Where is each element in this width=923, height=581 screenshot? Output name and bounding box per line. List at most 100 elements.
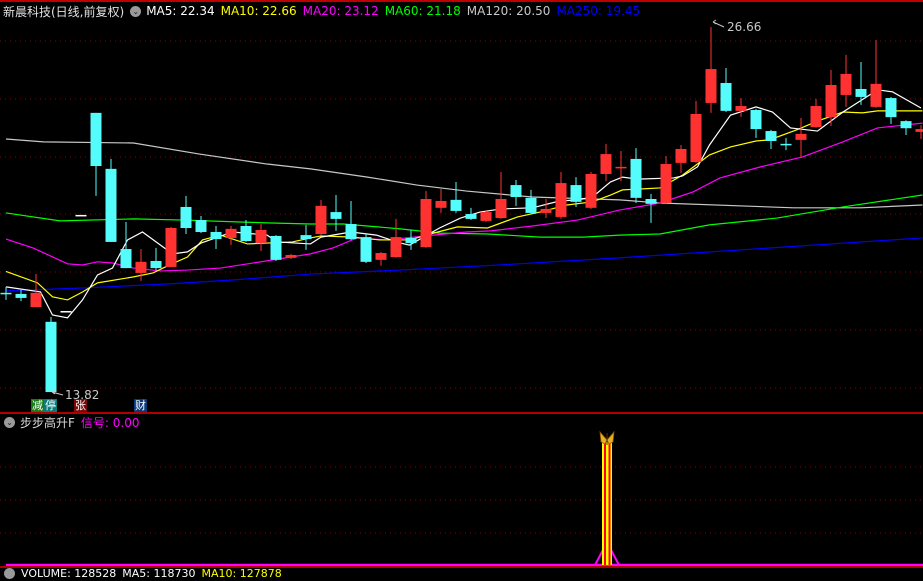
candle-body — [766, 131, 777, 141]
candle-body — [541, 209, 552, 213]
candle — [556, 172, 567, 219]
candle — [811, 99, 822, 128]
candle-body — [316, 206, 327, 234]
candle — [286, 254, 297, 259]
candle-body — [46, 322, 57, 392]
candle-body — [571, 185, 582, 202]
kline-chart[interactable]: 26.66 13.82 — [0, 0, 923, 574]
ma120-line — [6, 139, 923, 208]
candle — [106, 159, 117, 242]
candle-body — [226, 229, 237, 238]
tag-finance[interactable]: 财 — [134, 399, 147, 412]
candle — [706, 27, 717, 113]
candle-body — [91, 113, 102, 166]
signal-bar-stripe — [604, 440, 606, 565]
chevron-down-icon[interactable]: ⌄ — [4, 417, 15, 428]
candle-body — [196, 220, 207, 232]
candle-body — [466, 214, 477, 219]
high-arrow-icon — [713, 20, 724, 27]
candle-body — [856, 89, 867, 97]
candle — [301, 225, 312, 250]
candle — [211, 226, 222, 249]
candle-body — [811, 106, 822, 127]
candle — [331, 195, 342, 231]
candle-body — [76, 215, 87, 217]
indicator-header: ⌄ 步步高升F 信号: 0.00 — [0, 414, 139, 430]
candle — [916, 125, 923, 139]
candle — [691, 101, 702, 163]
candle — [256, 224, 267, 251]
candle-body — [841, 74, 852, 95]
tag-reduce[interactable]: 减 — [31, 399, 44, 412]
candle-body — [871, 84, 882, 107]
candle-body — [151, 261, 162, 268]
candle — [601, 144, 612, 181]
candle-body — [256, 230, 267, 243]
candle — [676, 145, 687, 173]
candle — [871, 40, 882, 108]
tag-limit[interactable]: 张 — [74, 399, 87, 412]
candle — [121, 222, 132, 268]
volume-header: VOLUME: 128528 MA5: 118730 MA10: 127878 — [0, 567, 288, 577]
high-price-label: 26.66 — [727, 20, 761, 34]
candle-body — [586, 174, 597, 208]
candle — [226, 226, 237, 245]
candle-body — [511, 185, 522, 197]
signal-bar-stripe — [609, 440, 611, 565]
candle — [241, 220, 252, 242]
candle-body — [211, 232, 222, 239]
candle-body — [601, 154, 612, 174]
candle — [46, 317, 57, 392]
candle — [316, 200, 327, 235]
candle-body — [406, 238, 417, 243]
candle-body — [796, 134, 807, 140]
candle — [181, 196, 192, 234]
candle — [736, 98, 747, 117]
candle — [661, 156, 672, 204]
candle-body — [1, 293, 12, 295]
candle-body — [556, 183, 567, 217]
candle — [781, 138, 792, 150]
candle — [451, 182, 462, 213]
volume-ma5: MA5: 118730 — [122, 567, 195, 577]
candle-body — [16, 294, 27, 298]
candle — [376, 252, 387, 266]
candle — [16, 290, 27, 301]
candle — [496, 172, 507, 219]
signal-value: 信号: 0.00 — [81, 414, 140, 431]
candle — [526, 190, 537, 214]
candle-body — [31, 293, 42, 307]
candle-body — [361, 237, 372, 262]
candle-body — [706, 69, 717, 103]
candle — [886, 97, 897, 124]
candle-body — [916, 129, 923, 132]
candle — [1, 287, 12, 300]
candle-body — [331, 212, 342, 219]
ma60-line — [6, 195, 923, 237]
volume-label: VOLUME: 128528 — [21, 567, 116, 577]
candle — [841, 55, 852, 107]
candle-body — [451, 200, 462, 211]
candle-body — [61, 311, 72, 313]
candle-body — [241, 226, 252, 241]
candle — [391, 219, 402, 258]
candle-body — [286, 255, 297, 258]
tag-halt[interactable]: 停 — [44, 399, 57, 412]
candle — [571, 177, 582, 207]
candle — [361, 234, 372, 263]
candle — [196, 216, 207, 233]
candle-body — [421, 199, 432, 247]
candle-body — [181, 207, 192, 228]
candle — [766, 130, 777, 149]
candle-body — [301, 235, 312, 239]
candle-body — [646, 199, 657, 204]
candle-body — [121, 249, 132, 268]
candle-body — [526, 198, 537, 213]
ma5-line — [6, 90, 921, 318]
candle — [346, 201, 357, 240]
candle-body — [631, 159, 642, 198]
candle — [421, 191, 432, 248]
candle-body — [346, 224, 357, 239]
candle-body — [901, 121, 912, 128]
candle — [586, 172, 597, 209]
